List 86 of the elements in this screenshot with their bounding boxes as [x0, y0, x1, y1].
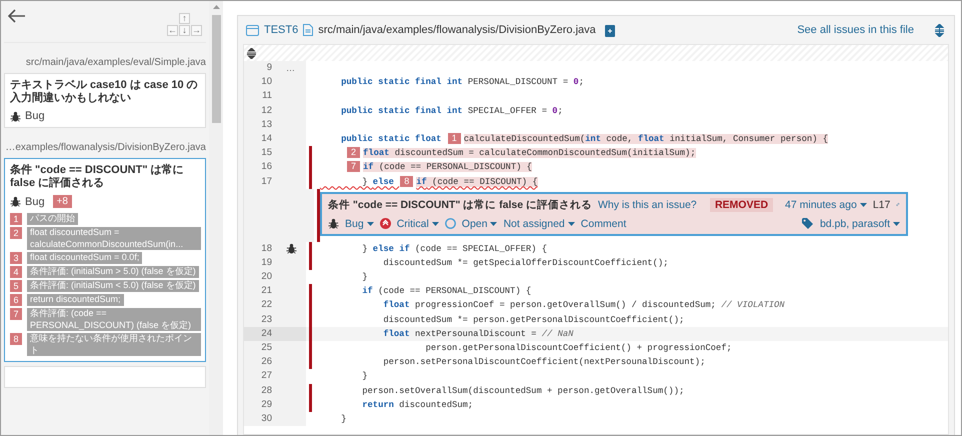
keyboard-key: →: [191, 25, 202, 36]
line-number: 11: [244, 89, 276, 104]
line-number: 19: [244, 256, 276, 270]
line-number: 9: [244, 61, 276, 76]
issue-card[interactable]: テキストラベル case10 は case 10 の入力間違いかもしれない Bug: [4, 73, 206, 128]
tags-dropdown[interactable]: bd.pb, parasoft: [820, 218, 900, 230]
flow-step[interactable]: return discountedSum;: [27, 294, 124, 306]
line-number: 25: [244, 341, 276, 356]
code-text: float nextPersounalDiscount = // NaN: [382, 328, 574, 341]
step-number: 1: [10, 213, 22, 225]
expand-ellipsis[interactable]: …: [286, 63, 295, 74]
line-number: 29: [244, 398, 276, 412]
severity-dropdown[interactable]: Critical: [396, 218, 439, 230]
step-number: 8: [10, 333, 22, 345]
step-marker[interactable]: 1: [448, 132, 461, 144]
line-label: L17: [872, 198, 890, 211]
line-number: 28: [244, 384, 276, 398]
step-number: 3: [10, 252, 22, 264]
step-marker[interactable]: 7: [347, 161, 360, 172]
code-text: }: [361, 271, 368, 284]
file-path: …examples/flowanalysis/DivisionByZero.java: [4, 141, 207, 155]
step-number: 5: [10, 280, 22, 292]
code-text: person.getPersonalDiscountCoefficient() + progressionCoef;: [424, 342, 732, 355]
keyboard-key: ↓: [179, 25, 190, 36]
flow-step[interactable]: 条件評価: (code == PERSONAL_DISCOUNT) (false を仮定): [27, 308, 201, 331]
step-number: 6: [10, 294, 22, 306]
project-link[interactable]: TEST6: [264, 24, 298, 36]
line-number: 27: [244, 369, 276, 384]
type-dropdown[interactable]: Bug: [345, 218, 374, 230]
line-number: 15: [244, 146, 276, 160]
line-number: 26: [244, 355, 276, 370]
code-text: person.setPersonalDiscountCoefficient(nextPersounalDiscount);: [382, 356, 706, 370]
step-marker[interactable]: 8: [400, 176, 414, 186]
code-text: public static float 1 calculateDiscountedSum(int code, float initialSum, Consumer person) {: [340, 132, 828, 146]
line-number: 20: [244, 270, 276, 284]
issue-title: テキストラベル case10 は case 10 の入力間違いかもしれない: [10, 79, 199, 105]
code-text: }: [361, 370, 368, 384]
line-number: 21: [244, 284, 276, 298]
step-number: 4: [10, 266, 22, 278]
code-text: public static final int PERSONAL_DISCOUNT = 0;: [340, 76, 584, 90]
code-text: if (code == PERSONAL_DISCOUNT) {: [361, 285, 532, 298]
age-dropdown[interactable]: 47 minutes ago: [785, 198, 867, 211]
code-text: } else 8 if (code == DISCOUNT) {: [361, 174, 538, 188]
issue-type: Bug: [25, 110, 45, 122]
file-path: src/main/java/examples/eval/Simple.java: [24, 56, 207, 70]
assignee-dropdown[interactable]: Not assigned: [503, 218, 575, 230]
line-number: 10: [244, 75, 276, 90]
line-number: 24: [244, 326, 276, 341]
count-badge: +8: [52, 195, 72, 208]
file-path: src/main/java/examples/flowanalysis/DivisionByZero.java: [318, 24, 596, 36]
code-text: discountedSum *= person.getPersonalDiscountCoefficient();: [382, 314, 684, 327]
issue-title: 条件 "code == DISCOUNT" は常に false に評価される: [328, 198, 592, 212]
status-dropdown[interactable]: Open: [462, 218, 498, 230]
code-text: return discountedSum;: [361, 398, 474, 412]
code-text: public static final int SPECIAL_OFFER = 0;: [340, 104, 563, 118]
line-number: 14: [244, 132, 276, 146]
code-text: }: [340, 412, 346, 426]
line-number: 30: [244, 412, 276, 426]
flow-step[interactable]: 条件評価: (initialSum > 5.0) (false を仮定): [27, 266, 199, 278]
status-badge: REMOVED: [710, 198, 774, 212]
why-link[interactable]: Why is this an issue?: [598, 198, 697, 211]
line-number: 12: [244, 104, 276, 118]
line-number: 16: [244, 160, 276, 174]
all-issues-link[interactable]: See all issues in this file: [797, 24, 914, 36]
line-number: 13: [244, 118, 276, 132]
line-number: 23: [244, 312, 276, 327]
issue-type: Bug: [25, 196, 45, 208]
line-number: 22: [244, 298, 276, 313]
line-number: 17: [244, 174, 276, 189]
comment-link[interactable]: Comment: [580, 218, 626, 230]
flow-step[interactable]: float discountedSum = calculateCommonDiscountedSum(in...: [27, 227, 201, 250]
flow-step[interactable]: パスの開始: [27, 213, 78, 224]
flow-step[interactable]: float discountedSum = 0.0f;: [27, 252, 142, 264]
code-text: float progressionCoef = person.getOverallSum() / discountedSum; // VIOLATION: [382, 299, 785, 312]
flow-step[interactable]: 意味を持たない条件が使用されたポイント: [27, 333, 201, 356]
step-marker[interactable]: 2: [347, 147, 360, 158]
issue-title: 条件 "code == DISCOUNT" は常に false に評価される: [10, 164, 185, 190]
keyboard-key: ↑: [179, 13, 190, 24]
keyboard-key: ←: [167, 25, 178, 36]
code-text: discountedSum *= getSpecialOfferDiscountCoefficient();: [382, 256, 668, 270]
step-number: 2: [10, 227, 22, 239]
code-text: } else if (code == SPECIAL_OFFER) {: [361, 242, 548, 256]
flow-step[interactable]: 条件評価: (initialSum < 5.0) (false を仮定): [27, 280, 199, 292]
code-text: person.setOverallSum(discountedSum + person.getOverallSum());: [361, 384, 684, 398]
line-number: 18: [244, 242, 276, 256]
step-number: 7: [10, 308, 22, 320]
